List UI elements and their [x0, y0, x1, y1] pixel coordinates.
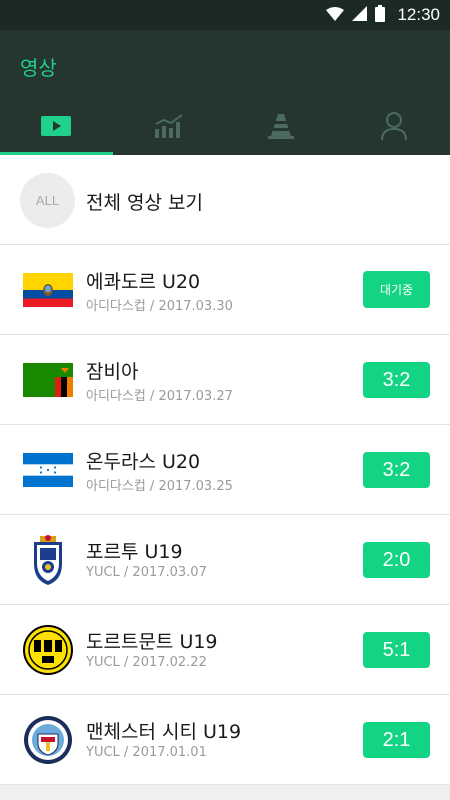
- match-list: 에콰도르 U20 아디다스컵 / 2017.03.30 대기중 잠비아 아디다스…: [0, 245, 450, 785]
- score-button[interactable]: 3:2: [363, 452, 430, 488]
- signal-icon: [352, 5, 368, 25]
- profile-icon: [380, 111, 408, 145]
- man-city-crest-icon: [22, 715, 74, 765]
- status-bar: 12:30: [0, 0, 450, 30]
- status-icons: 12:30: [326, 0, 440, 30]
- team-name: 도르트문트 U19: [86, 631, 218, 653]
- match-row[interactable]: 잠비아 아디다스컵 / 2017.03.27 3:2: [0, 335, 450, 425]
- app-bar: 영상: [0, 30, 450, 100]
- team-name: 에콰도르 U20: [86, 271, 201, 293]
- wifi-icon: [326, 6, 345, 25]
- bottom-divider: [0, 785, 450, 800]
- all-badge: ALL: [20, 173, 75, 228]
- ecuador-flag-icon: [22, 265, 74, 315]
- honduras-flag-icon: [22, 445, 74, 495]
- team-name: 온두라스 U20: [86, 451, 201, 473]
- status-time: 12:30: [397, 5, 440, 24]
- tab-bar: [0, 100, 450, 155]
- stats-icon: [154, 113, 184, 142]
- all-videos-label: 전체 영상 보기: [86, 192, 203, 214]
- match-row[interactable]: 포르투 U19 YUCL / 2017.03.07 2:0: [0, 515, 450, 605]
- match-row[interactable]: 온두라스 U20 아디다스컵 / 2017.03.25 3:2: [0, 425, 450, 515]
- tab-profile[interactable]: [338, 100, 450, 155]
- all-videos-row[interactable]: ALL 전체 영상 보기: [0, 155, 450, 245]
- status-button[interactable]: 대기중: [363, 271, 430, 308]
- score-button[interactable]: 3:2: [363, 362, 430, 398]
- porto-crest-icon: [22, 535, 74, 585]
- score-button[interactable]: 2:0: [363, 542, 430, 578]
- page-title: 영상: [20, 56, 57, 80]
- match-meta: YUCL / 2017.02.22: [86, 655, 207, 670]
- score-button[interactable]: 5:1: [363, 632, 430, 668]
- team-name: 잠비아: [86, 361, 139, 383]
- battery-icon: [375, 4, 386, 26]
- video-icon: [41, 115, 72, 140]
- match-row[interactable]: 도르트문트 U19 YUCL / 2017.02.22 5:1: [0, 605, 450, 695]
- dortmund-crest-icon: [22, 625, 74, 675]
- team-name: 맨체스터 시티 U19: [86, 721, 242, 743]
- match-row[interactable]: 에콰도르 U20 아디다스컵 / 2017.03.30 대기중: [0, 245, 450, 335]
- match-meta: YUCL / 2017.03.07: [86, 565, 207, 580]
- match-meta: 아디다스컵 / 2017.03.25: [86, 479, 233, 494]
- score-button[interactable]: 2:1: [363, 722, 430, 758]
- team-name: 포르투 U19: [86, 541, 183, 563]
- zambia-flag-icon: [22, 355, 74, 405]
- tab-stats[interactable]: [113, 100, 226, 155]
- match-meta: YUCL / 2017.01.01: [86, 745, 207, 760]
- match-row[interactable]: 맨체스터 시티 U19 YUCL / 2017.01.01 2:1: [0, 695, 450, 785]
- match-meta: 아디다스컵 / 2017.03.30: [86, 299, 233, 314]
- tab-video[interactable]: [0, 100, 113, 155]
- tab-training[interactable]: [225, 100, 338, 155]
- cone-icon: [267, 112, 295, 144]
- match-meta: 아디다스컵 / 2017.03.27: [86, 389, 233, 404]
